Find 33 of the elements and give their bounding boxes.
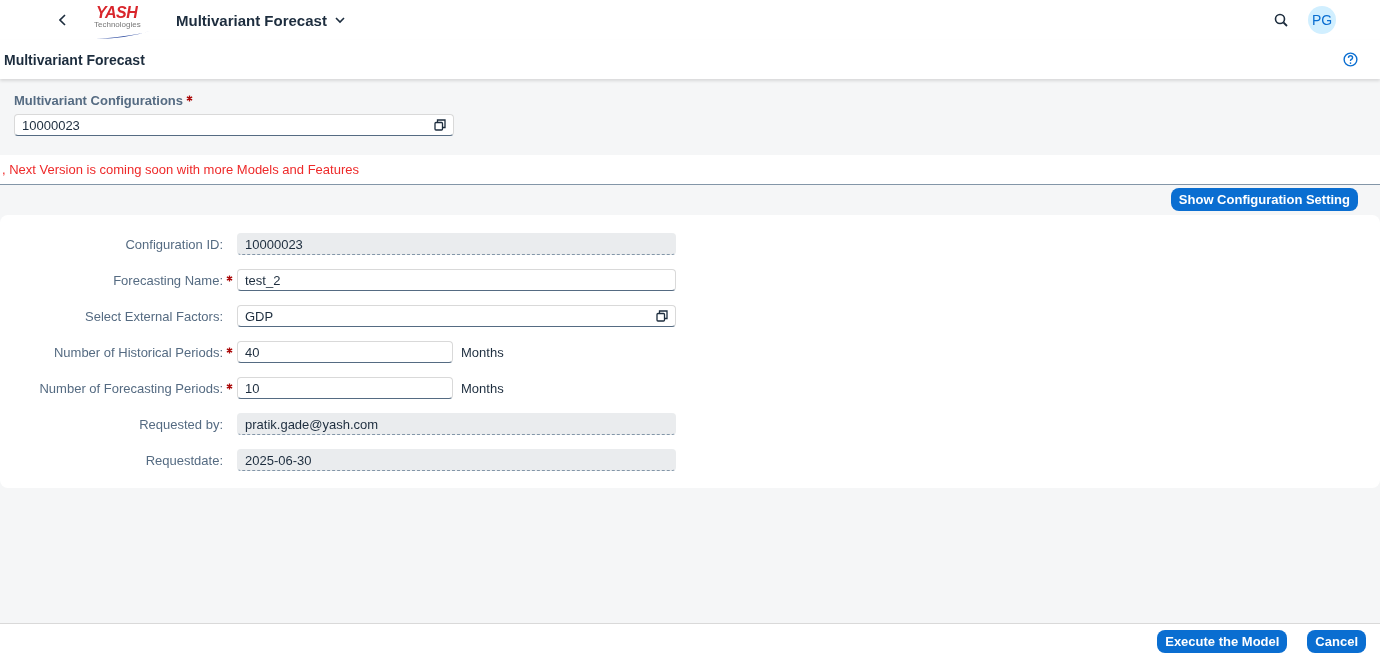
field-label: Requested by: xyxy=(139,416,223,432)
execute-button[interactable]: Execute the Model xyxy=(1157,629,1288,653)
show-configuration-button[interactable]: Show Configuration Setting xyxy=(1170,188,1358,211)
input-field[interactable]: GDP xyxy=(237,305,676,327)
input-field[interactable]: 40 xyxy=(237,341,453,363)
field-label: Number of Forecasting Periods: xyxy=(39,380,223,396)
input-field[interactable]: 10 xyxy=(237,377,453,399)
readonly-field: pratik.gade@yash.com xyxy=(237,413,676,435)
logo-subtext: Technologies xyxy=(94,20,141,29)
unit-label: Months xyxy=(461,344,504,360)
cancel-button[interactable]: Cancel xyxy=(1307,629,1366,653)
configuration-input[interactable]: 10000023 xyxy=(14,114,454,136)
field-label: Number of Historical Periods: xyxy=(53,344,223,360)
readonly-field: 2025-06-30 xyxy=(237,449,676,471)
user-avatar[interactable]: PG xyxy=(1308,6,1336,34)
value-help-icon[interactable] xyxy=(656,310,668,322)
field-label: Configuration ID: xyxy=(125,236,223,252)
unit-label: Months xyxy=(461,380,504,396)
back-icon[interactable] xyxy=(59,14,67,26)
help-icon[interactable] xyxy=(1343,52,1358,67)
search-icon[interactable] xyxy=(1274,13,1288,27)
field-label: Forecasting Name: xyxy=(113,272,223,288)
chevron-down-icon xyxy=(334,16,345,24)
info-message: , Next Version is coming soon with more Models and Features xyxy=(0,155,1380,185)
field-label: Requestdate: xyxy=(145,452,223,468)
field-label: Select External Factors: xyxy=(85,308,223,324)
readonly-field: 10000023 xyxy=(237,233,676,255)
input-field[interactable]: test_2 xyxy=(237,269,676,291)
app-title-menu[interactable]: Multivariant Forecast xyxy=(176,11,345,29)
logo-text: YASH xyxy=(96,4,138,22)
page-title: Multivariant Forecast xyxy=(4,51,145,68)
value-help-icon[interactable] xyxy=(434,119,446,131)
field-label: Multivariant Configurations xyxy=(14,93,183,108)
